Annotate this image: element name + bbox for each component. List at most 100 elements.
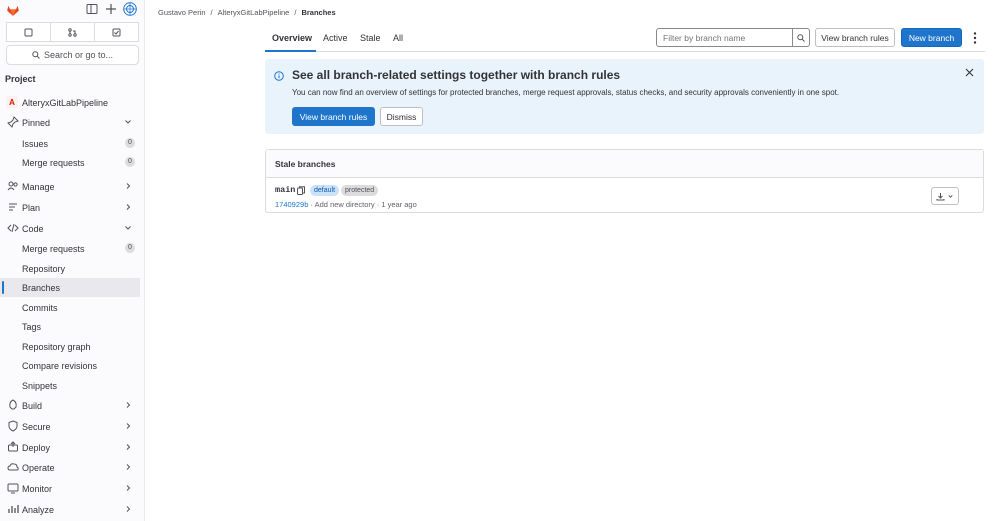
rocket-icon [9, 399, 17, 410]
user-avatar-icon[interactable] [123, 2, 137, 16]
download-dropdown-button[interactable] [931, 187, 959, 205]
filter-search-button[interactable] [792, 29, 809, 46]
sidebar-item-label: Repository graph [22, 341, 91, 352]
sidebar-item-label: Branches [22, 282, 61, 293]
planning-icon [9, 203, 17, 211]
sidebar-item-deploy[interactable]: Deploy [0, 438, 140, 457]
search-label: Search or go to... [43, 50, 114, 60]
sidebar-item-plan[interactable]: Plan [0, 198, 140, 217]
stale-branches-card: Stale branches main default protected 17… [265, 149, 984, 213]
chevron-down-icon [948, 194, 953, 198]
alert-title: See all branch-related settings together… [292, 68, 621, 82]
commit-meta: 1740929b · Add new directory · 1 year ag… [275, 200, 417, 209]
sidebar-item-label: Repository [22, 263, 66, 274]
breadcrumb-separator: / [210, 7, 213, 17]
sidebar-item-manage[interactable]: Manage [0, 177, 140, 196]
chevron-right-icon [126, 485, 131, 491]
filter-input[interactable] [657, 29, 792, 46]
sidebar-counts [6, 22, 139, 42]
view-branch-rules-button[interactable]: View branch rules [815, 28, 895, 47]
tab-stale[interactable]: Stale [360, 33, 381, 43]
search-icon [32, 51, 40, 59]
breadcrumb-project[interactable]: AlteryxGitLabPipeline [218, 8, 290, 17]
stale-branches-heading: Stale branches [266, 150, 983, 178]
sidebar-item-label: Deploy [22, 442, 51, 453]
sidebar-item-secure[interactable]: Secure [0, 417, 140, 436]
sidebar-item-merge-requests[interactable]: Merge requests 0 [0, 153, 140, 172]
sidebar-item-commits[interactable]: Commits [0, 298, 140, 317]
breadcrumb-separator: / [294, 7, 297, 17]
sidebar-item-build[interactable]: Build [0, 396, 140, 415]
tab-all[interactable]: All [393, 33, 403, 43]
gitlab-logo-icon[interactable] [6, 3, 20, 17]
new-branch-button[interactable]: New branch [901, 28, 962, 47]
todos-count-tab[interactable] [95, 22, 139, 42]
sidebar-item-code[interactable]: Code [0, 219, 140, 238]
sidebar-item-label: Analyze [22, 504, 55, 515]
sidebar-item-operate[interactable]: Operate [0, 458, 140, 477]
project-avatar: A [6, 96, 18, 108]
shield-icon [8, 420, 18, 432]
sidebar-item-label: Issues [22, 138, 49, 149]
chevron-down-icon [125, 226, 131, 230]
sidebar-item-pinned[interactable]: Pinned [0, 113, 140, 132]
chart-icon [8, 505, 19, 513]
sidebar: Search or go to... Project A AlteryxGitL… [0, 0, 145, 521]
section-title: Project [5, 74, 36, 84]
tab-active[interactable]: Active [323, 33, 348, 43]
sidebar-item-label: Code [22, 223, 44, 234]
chevron-right-icon [126, 402, 131, 408]
sidebar-item-repository-graph[interactable]: Repository graph [0, 337, 140, 356]
issues-icon [24, 28, 33, 36]
search-button[interactable]: Search or go to... [6, 45, 139, 65]
commit-message: · Add new directory · 1 year ago [310, 200, 417, 209]
sidebar-item-label: Operate [22, 462, 55, 473]
branch-rules-alert: See all branch-related settings together… [265, 59, 984, 134]
sidebar-item-issues[interactable]: Issues 0 [0, 134, 140, 153]
cloud-gear-icon [7, 463, 19, 471]
alert-view-branch-rules-button[interactable]: View branch rules [292, 107, 375, 126]
more-actions-icon[interactable] [969, 31, 981, 45]
breadcrumb-current[interactable]: Branches [301, 8, 335, 17]
chevron-right-icon [126, 423, 131, 429]
plus-icon[interactable] [105, 3, 117, 15]
deployments-icon [8, 441, 18, 452]
sidebar-item-snippets[interactable]: Snippets [0, 376, 140, 395]
project-link[interactable]: A AlteryxGitLabPipeline [0, 93, 140, 112]
active-tab-indicator [265, 50, 316, 52]
sidebar-item-repository[interactable]: Repository [0, 259, 140, 278]
monitor-icon [7, 483, 19, 494]
sidebar-item-analyze[interactable]: Analyze [0, 500, 140, 519]
close-icon[interactable] [965, 68, 974, 77]
sidebar-item-branches[interactable]: Branches [0, 278, 140, 297]
breadcrumb-user[interactable]: Gustavo Perin [158, 8, 206, 17]
sidebar-item-label: Build [22, 400, 43, 411]
count-badge: 0 [125, 157, 135, 167]
sidebar-item-monitor[interactable]: Monitor [0, 479, 140, 498]
copy-icon[interactable] [297, 186, 305, 195]
protected-badge: protected [341, 185, 379, 196]
branch-filter [656, 28, 810, 47]
sidebar-item-label: Tags [22, 321, 42, 332]
merge-requests-count-tab[interactable] [51, 22, 95, 42]
sidebar-item-label: Secure [22, 421, 51, 432]
sidebar-item-merge-requests[interactable]: Merge requests 0 [0, 239, 140, 258]
issues-count-tab[interactable] [6, 22, 51, 42]
sidebar-top [0, 0, 144, 20]
branch-name-link[interactable]: main [275, 185, 295, 195]
sidebar-item-label: Plan [22, 202, 41, 213]
sidebar-toggle-icon[interactable] [86, 3, 98, 15]
sidebar-item-label: Merge requests [22, 157, 85, 168]
commit-sha-link[interactable]: 1740929b [275, 200, 308, 209]
project-name: AlteryxGitLabPipeline [22, 97, 109, 108]
sidebar-item-tags[interactable]: Tags [0, 317, 140, 336]
sidebar-item-compare-revisions[interactable]: Compare revisions [0, 356, 140, 375]
dismiss-button[interactable]: Dismiss [380, 107, 423, 126]
branch-tabs-bar: Overview Active Stale All View branch ru… [265, 28, 985, 52]
download-icon [936, 192, 945, 200]
todo-icon [112, 28, 121, 36]
chevron-right-icon [126, 444, 131, 450]
tab-overview[interactable]: Overview [272, 33, 312, 43]
sidebar-item-label: Snippets [22, 380, 58, 391]
users-icon [7, 181, 18, 191]
